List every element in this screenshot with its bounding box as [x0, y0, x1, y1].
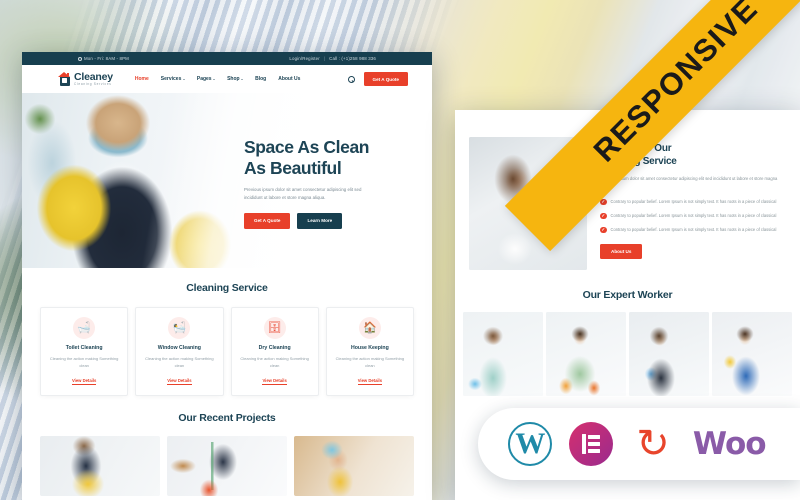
hero-section: Space As Clean As Beautiful Previous ips… — [22, 93, 432, 268]
service-card-toilet-cleaning[interactable]: 🛁 Toilet Cleaning Cleaning the action ma… — [40, 307, 129, 396]
main-nav: Home Services Pages Shop Blog About Us — [135, 76, 301, 82]
service-card-desc: Cleaning the action making Something cle… — [49, 356, 119, 368]
service-view-details-link[interactable]: View Details — [71, 378, 97, 385]
about-bullet: ✓ Contrary to popular belief. Lorem Ipsu… — [600, 226, 780, 234]
nav-label: Shop — [227, 76, 240, 82]
about-bullet-text: Contrary to popular belief. Lorem Ipsum … — [610, 227, 777, 233]
hero-copy: Space As Clean As Beautiful Previous ips… — [244, 137, 414, 229]
expert-worker-title: Our Expert Worker — [582, 289, 673, 301]
hero-title: Space As Clean As Beautiful — [244, 137, 414, 178]
service-card-title: Dry Cleaning — [258, 345, 291, 351]
topbar-right: Login/Register | Call : (+1)258 988 336 — [289, 56, 376, 61]
topbar-hours-text: Mon - Fri: 8AM - 8PM — [84, 56, 129, 61]
sync-logo: ↻ — [630, 422, 676, 466]
worker-photo[interactable] — [463, 312, 543, 396]
nav-item-pages[interactable]: Pages — [196, 76, 216, 82]
expert-worker-section: Our Expert Worker — [455, 289, 800, 396]
topbar-separator: | — [323, 56, 326, 61]
nav-item-blog[interactable]: Blog — [255, 76, 266, 82]
house-icon: 🏠 — [358, 317, 381, 339]
top-info-bar: Mon - Fri: 8AM - 8PM Login/Register | Ca… — [22, 52, 432, 65]
service-card-list: 🛁 Toilet Cleaning Cleaning the action ma… — [22, 307, 432, 396]
bathtub-icon: 🛁 — [73, 317, 96, 339]
washing-machine-icon: 🗄 — [263, 317, 286, 339]
about-bullet: ✓ Contrary to popular belief. Lorem Ipsu… — [600, 198, 780, 206]
hero-paragraph: Previous ipsum dolor sit amet consectetu… — [244, 187, 362, 201]
service-card-dry-cleaning[interactable]: 🗄 Dry Cleaning Cleaning the action makin… — [230, 307, 319, 396]
sync-glyph: ↻ — [636, 422, 670, 466]
site-header: Cleaney Cleaning Services Home Services … — [22, 65, 432, 93]
hero-learn-more-button[interactable]: Learn More — [297, 212, 343, 229]
nav-label: Home — [134, 76, 149, 82]
service-card-title: House Keeping — [350, 345, 389, 351]
topbar-phone[interactable]: Call : (+1)258 988 336 — [329, 56, 376, 61]
chevron-down-icon — [182, 78, 185, 80]
elementor-bar — [582, 434, 586, 454]
hero-buttons: Get A Quote Learn More — [244, 212, 414, 229]
site-logo[interactable]: Cleaney Cleaning Services — [58, 72, 113, 87]
about-bullet: ✓ Contrary to popular belief. Lorem Ipsu… — [600, 212, 780, 220]
wordpress-letter: W — [515, 427, 546, 460]
house-logo-icon — [58, 71, 71, 86]
recent-projects-section: Our Recent Projects — [22, 396, 432, 496]
about-paragraph: Previous ipsum dolor sit amet consectetu… — [600, 176, 778, 189]
service-card-title: Toilet Cleaning — [65, 345, 103, 351]
nav-item-services[interactable]: Services — [161, 76, 185, 82]
check-circle-icon: ✓ — [600, 212, 607, 220]
project-thumbnail[interactable] — [294, 436, 414, 496]
desktop-preview-panel: Mon - Fri: 8AM - 8PM Login/Register | Ca… — [22, 52, 432, 500]
nav-label: About Us — [278, 76, 301, 82]
clock-icon — [78, 56, 82, 61]
about-bullet-text: Contrary to popular belief. Lorem Ipsum … — [610, 213, 777, 219]
project-thumbnail[interactable] — [40, 436, 160, 496]
service-card-window-cleaning[interactable]: 🛀 Window Cleaning Cleaning the action ma… — [135, 307, 224, 396]
about-bullet-list: ✓ Contrary to popular belief. Lorem Ipsu… — [600, 198, 780, 234]
nav-label: Blog — [255, 76, 267, 82]
wordpress-logo: W — [508, 422, 553, 466]
service-view-details-link[interactable]: View Details — [262, 378, 287, 385]
project-thumbnail[interactable] — [167, 436, 287, 496]
chevron-down-icon — [241, 78, 244, 80]
elementor-logo — [569, 422, 614, 466]
hero-title-line1: Space As Clean — [244, 137, 370, 157]
chevron-down-icon — [213, 78, 216, 80]
hero-get-a-quote-button[interactable]: Get A Quote — [244, 212, 291, 229]
worker-photo[interactable] — [629, 312, 709, 396]
nav-item-about-us[interactable]: About Us — [278, 76, 300, 82]
bucket-icon: 🛀 — [168, 317, 191, 339]
elementor-stack — [588, 435, 601, 453]
service-card-desc: Cleaning the action making Something cle… — [240, 356, 309, 368]
logo-name: Cleaney — [74, 70, 113, 83]
service-view-details-link[interactable]: View Details — [167, 378, 192, 385]
hero-title-line2: As Beautiful — [244, 157, 342, 178]
logo-tagline: Cleaning Services — [74, 82, 112, 87]
cleaning-service-title: Cleaning Service — [186, 282, 268, 294]
nav-item-shop[interactable]: Shop — [227, 76, 244, 82]
search-icon[interactable] — [347, 75, 355, 83]
nav-label: Pages — [196, 76, 212, 82]
project-thumbnail-list — [22, 436, 432, 496]
service-view-details-link[interactable]: View Details — [357, 378, 383, 385]
login-register-link[interactable]: Login/Register — [289, 56, 319, 61]
header-actions: Get A Quote — [347, 72, 408, 86]
platform-badge-bar: W ↻ Woo — [478, 408, 800, 480]
topbar-hours: Mon - Fri: 8AM - 8PM — [78, 56, 129, 61]
about-bullet-text: Contrary to popular belief. Lorem Ipsum … — [610, 199, 777, 205]
service-card-house-keeping[interactable]: 🏠 House Keeping Cleaning the action maki… — [325, 307, 414, 396]
woocommerce-logo: Woo — [692, 426, 767, 462]
service-card-desc: Cleaning the action making Something cle… — [335, 356, 405, 368]
service-card-title: Window Cleaning — [157, 345, 201, 351]
service-card-desc: Cleaning the action making Something cle… — [145, 356, 214, 368]
worker-photo[interactable] — [712, 312, 792, 396]
nav-item-home[interactable]: Home — [135, 76, 149, 82]
cleaning-service-section: Cleaning Service 🛁 Toilet Cleaning Clean… — [22, 268, 432, 396]
nav-label: Services — [160, 76, 182, 82]
get-a-quote-button[interactable]: Get A Quote — [363, 72, 408, 86]
worker-list — [455, 312, 800, 396]
recent-projects-title: Our Recent Projects — [178, 412, 276, 424]
check-circle-icon: ✓ — [600, 226, 607, 234]
worker-photo[interactable] — [546, 312, 626, 396]
about-us-button[interactable]: About Us — [600, 243, 643, 259]
